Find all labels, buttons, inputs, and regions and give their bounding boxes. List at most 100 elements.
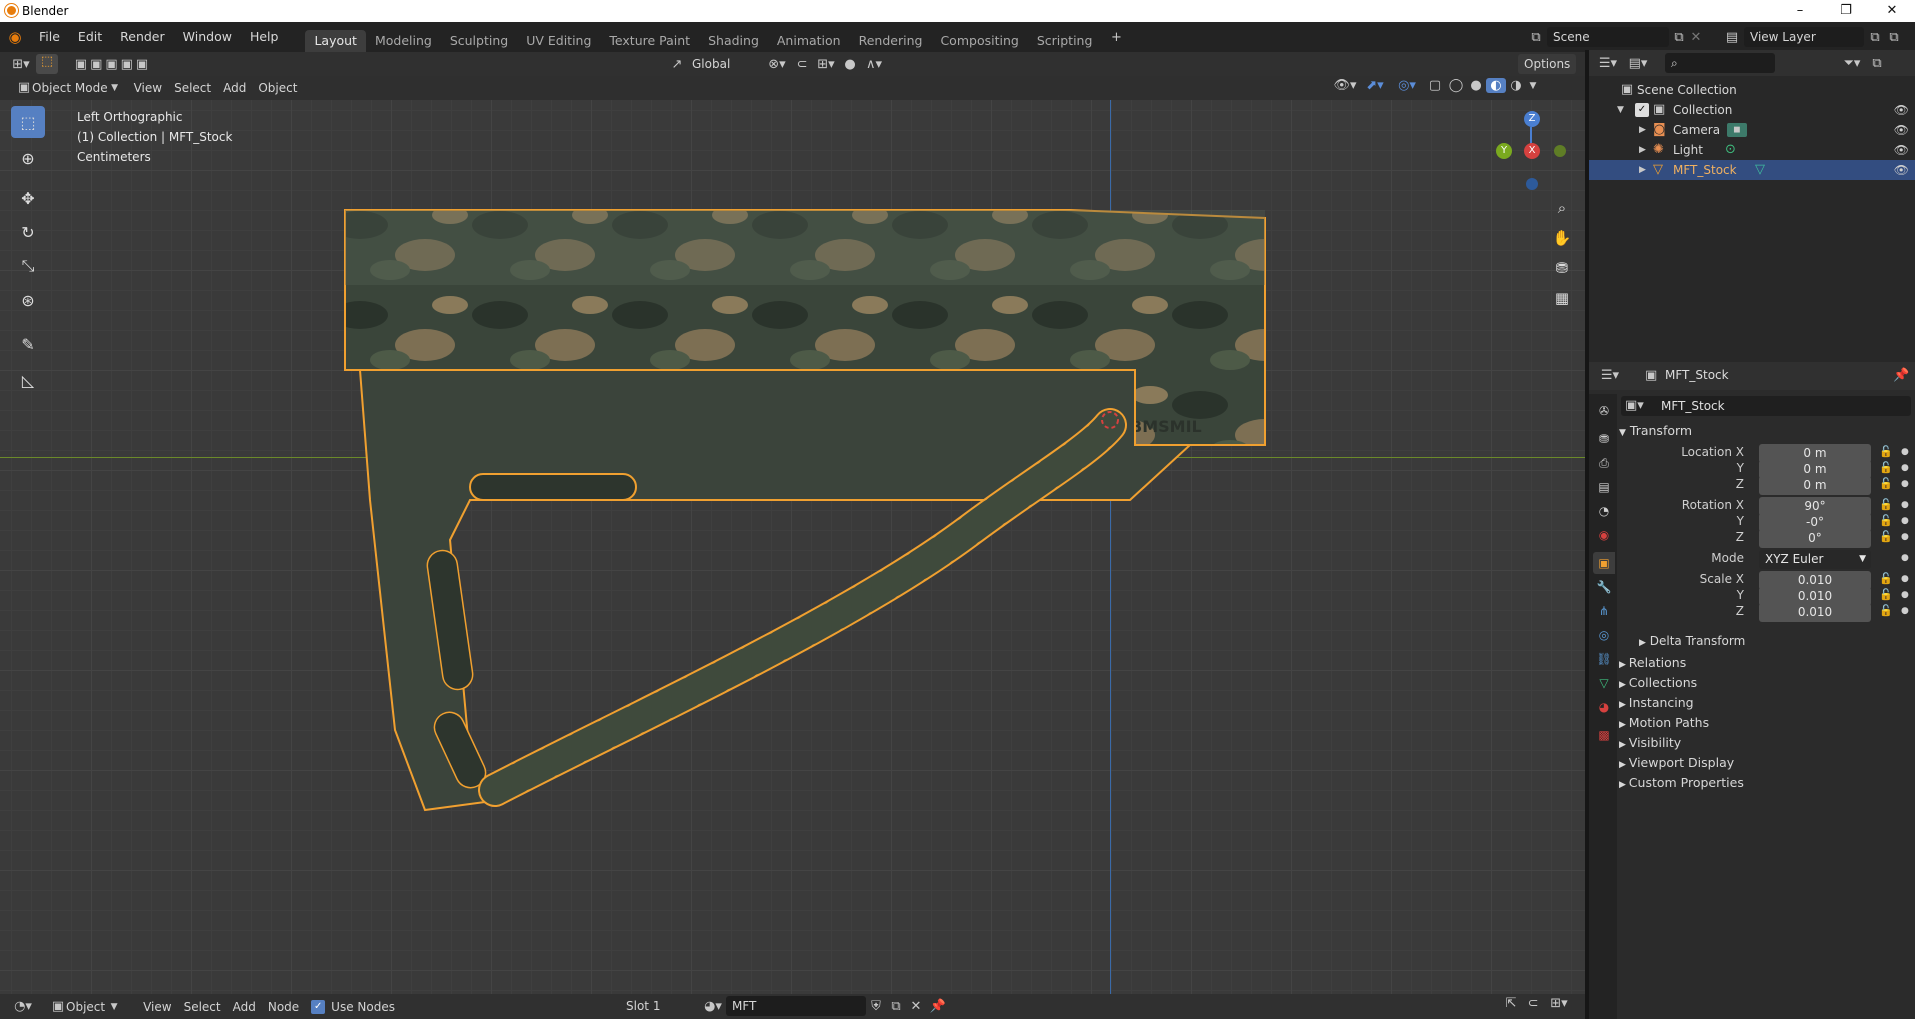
keyframe-dot-icon[interactable]: ● <box>1901 553 1909 563</box>
menu-file[interactable]: File <box>30 22 69 52</box>
tab-scripting[interactable]: Scripting <box>1028 30 1102 52</box>
annotate-tool[interactable]: ✎ <box>11 328 45 360</box>
menu-help[interactable]: Help <box>241 22 288 52</box>
overlay-toggle-icon[interactable]: ◎▾ <box>1390 78 1424 93</box>
location-z-field[interactable]: 0 m <box>1759 476 1871 495</box>
navigation-gizmo[interactable]: Z Y X <box>1480 105 1580 205</box>
shader-type-dropdown[interactable]: ▣ Object ▼ <box>44 997 129 1017</box>
measure-tool[interactable]: ◺ <box>11 364 45 396</box>
parent-node-tree-icon[interactable]: ⇱ <box>1500 996 1522 1011</box>
display-mode-icon[interactable]: ▤▾ <box>1623 56 1653 71</box>
material-slot-dropdown[interactable]: Slot 1 <box>620 996 700 1016</box>
visibility-eye-icon[interactable]: 👁 <box>1894 120 1909 140</box>
snap-target-icon[interactable]: ⊞▾ <box>812 57 840 72</box>
properties-editor-type-icon[interactable]: ☰▾ <box>1597 368 1623 383</box>
tab-modifiers[interactable]: 🔧 <box>1593 576 1615 598</box>
delete-view-layer-icon[interactable]: ⧉ <box>1886 30 1902 45</box>
editor-type-icon[interactable]: ⊞▾ <box>6 57 36 72</box>
tab-modeling[interactable]: Modeling <box>366 30 441 52</box>
keyframe-dot-icon[interactable]: ● <box>1901 447 1909 457</box>
tab-shading[interactable]: Shading <box>699 30 768 52</box>
lock-icon[interactable]: 🔓 <box>1879 477 1893 490</box>
rotation-z-field[interactable]: 0° <box>1759 529 1871 548</box>
lock-icon[interactable]: 🔓 <box>1879 445 1893 458</box>
tab-object[interactable]: ▣ <box>1593 552 1615 574</box>
outliner-item-mft-stock[interactable]: ▶ ▽ MFT_Stock ▽ 👁 <box>1589 160 1915 180</box>
lock-icon[interactable]: 🔓 <box>1879 514 1893 527</box>
close-button[interactable]: ✕ <box>1869 0 1915 22</box>
duplicate-material-icon[interactable]: ⧉ <box>886 999 906 1014</box>
transform-orientation-dropdown[interactable]: Global <box>686 54 754 74</box>
lock-icon[interactable]: 🔓 <box>1879 461 1893 474</box>
visibility-eye-icon[interactable]: 👁 <box>1894 100 1909 120</box>
area-divider[interactable] <box>1585 50 1589 1019</box>
filter-icon[interactable]: ⏷▾ <box>1837 56 1867 71</box>
transform-panel-header[interactable]: ▼ Transform <box>1619 420 1915 442</box>
tab-material[interactable]: ◕ <box>1593 696 1615 718</box>
panel-relations[interactable]: ▶ Relations <box>1619 652 1915 674</box>
material-name-field[interactable]: MFT <box>726 996 866 1016</box>
gizmo-y-axis[interactable]: Y <box>1496 143 1512 159</box>
expand-arrow-icon[interactable]: ▼ <box>1617 100 1624 120</box>
shader-editor-type-icon[interactable]: ◔▾ <box>8 999 38 1014</box>
tab-texture[interactable]: ▩ <box>1593 724 1615 746</box>
restore-button[interactable]: ❐ <box>1823 0 1869 22</box>
tab-data[interactable]: ▽ <box>1593 672 1615 694</box>
material-shading-icon[interactable]: ◐ <box>1486 78 1506 93</box>
panel-instancing[interactable]: ▶ Instancing <box>1619 692 1915 714</box>
expand-arrow-icon[interactable]: ▶ <box>1639 120 1646 140</box>
xray-toggle-icon[interactable]: ▢ <box>1424 78 1446 93</box>
panel-collections[interactable]: ▶ Collections <box>1619 672 1915 694</box>
tab-animation[interactable]: Animation <box>768 30 850 52</box>
fake-user-icon[interactable]: ⛨ <box>866 999 886 1014</box>
new-collection-icon[interactable]: ⧉ <box>1867 56 1887 71</box>
shading-options-icon[interactable]: ▼ <box>1526 81 1540 91</box>
menu-render[interactable]: Render <box>111 22 174 52</box>
snap-icon[interactable]: ⊂ <box>792 57 812 72</box>
bottom-select-menu[interactable]: Select <box>178 997 227 1017</box>
keyframe-dot-icon[interactable]: ● <box>1901 463 1909 473</box>
outliner-item-light[interactable]: ▶ ✺ Light ⊙ 👁 <box>1589 140 1915 160</box>
lock-icon[interactable]: 🔓 <box>1879 530 1893 543</box>
select-tool-icon[interactable]: ⬚ <box>36 54 58 74</box>
add-workspace-button[interactable]: + <box>1107 30 1125 45</box>
visibility-eye-icon[interactable]: 👁 <box>1894 160 1909 180</box>
tab-output[interactable]: ⎙ <box>1593 452 1615 474</box>
keyframe-dot-icon[interactable]: ● <box>1901 606 1909 616</box>
outliner-scene-collection[interactable]: ▣ Scene Collection <box>1589 80 1915 100</box>
tab-uv-editing[interactable]: UV Editing <box>517 30 600 52</box>
snap-target-icon[interactable]: ⊞▾ <box>1544 996 1574 1011</box>
tab-sculpting[interactable]: Sculpting <box>441 30 517 52</box>
select-box-tool[interactable]: ⬚ <box>11 106 45 138</box>
tab-physics[interactable]: ◎ <box>1593 624 1615 646</box>
panel-motion-paths[interactable]: ▶ Motion Paths <box>1619 712 1915 734</box>
tab-constraints[interactable]: ⛓ <box>1593 648 1615 670</box>
options-button[interactable]: Options <box>1518 54 1577 74</box>
object-mode-dropdown[interactable]: ▣ Object Mode ▼ <box>10 78 128 98</box>
panel-visibility[interactable]: ▶ Visibility <box>1619 732 1915 754</box>
pan-hand-icon[interactable]: ✋ <box>1548 224 1576 252</box>
camera-view-icon[interactable]: ⛃ <box>1548 254 1576 282</box>
view-layer-icon[interactable]: ▤ <box>1720 30 1744 45</box>
tab-render[interactable]: ⛃ <box>1593 428 1615 450</box>
wireframe-shading-icon[interactable]: ◯ <box>1446 78 1466 93</box>
pin-icon[interactable]: 📌 <box>926 999 950 1014</box>
bottom-add-menu[interactable]: Add <box>227 997 262 1017</box>
lock-icon[interactable]: 🔓 <box>1879 572 1893 585</box>
object-menu[interactable]: Object <box>252 78 303 98</box>
gizmo-neg-z[interactable] <box>1526 178 1538 190</box>
scale-tool[interactable]: ⤡ <box>11 250 45 282</box>
outliner-item-camera[interactable]: ▶ ◙ Camera ◼ 👁 <box>1589 120 1915 140</box>
tab-rendering[interactable]: Rendering <box>850 30 932 52</box>
blender-menu-icon[interactable]: ◉ <box>0 28 30 46</box>
selection-mode-icons[interactable]: ▣▣▣▣▣ <box>68 57 158 72</box>
move-tool[interactable]: ✥ <box>11 182 45 214</box>
checkbox-icon[interactable]: ✓ <box>1635 103 1649 117</box>
visibility-eye-icon[interactable]: 👁 <box>1894 140 1909 160</box>
gizmo-neg-y[interactable] <box>1554 145 1566 157</box>
menu-edit[interactable]: Edit <box>69 22 111 52</box>
panel-custom-properties[interactable]: ▶ Custom Properties <box>1619 772 1915 794</box>
tab-scene[interactable]: ◔ <box>1593 500 1615 522</box>
scene-name-field[interactable]: Scene <box>1547 27 1669 47</box>
outliner-search-input[interactable]: ⌕ <box>1665 53 1775 73</box>
